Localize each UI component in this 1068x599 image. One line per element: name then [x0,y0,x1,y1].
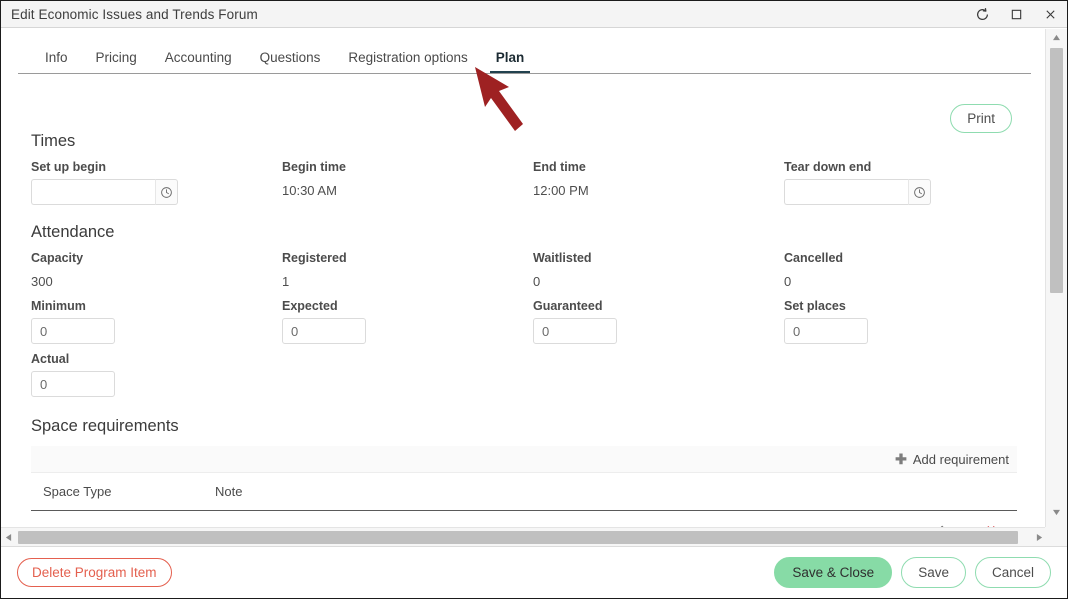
save-button[interactable]: Save [901,557,966,588]
registered-value: 1 [282,274,290,289]
expected-input[interactable] [282,318,366,344]
tab-accounting[interactable]: Accounting [151,50,246,74]
tab-plan[interactable]: Plan [482,50,539,74]
maximize-icon[interactable] [999,1,1033,28]
capacity-label: Capacity [31,251,84,265]
waitlisted-label: Waitlisted [533,251,592,265]
table-header-row: Space Type Note [31,473,1017,511]
edit-program-item-window: Edit Economic Issues and Trends Forum In… [0,0,1068,599]
cancelled-label: Cancelled [784,251,844,265]
guaranteed-input[interactable] [533,318,617,344]
column-header-space-type: Space Type [31,473,203,511]
cancel-button[interactable]: Cancel [974,557,1051,588]
capacity-value: 300 [31,274,53,289]
field-expected: Expected [282,298,533,344]
horizontal-scroll-thumb[interactable] [18,531,1018,544]
minimum-input[interactable] [31,318,115,344]
tab-info[interactable]: Info [31,50,82,74]
space-requirements-heading: Space requirements [31,417,179,435]
field-actual: Actual [31,351,282,397]
cancelled-value: 0 [784,274,792,289]
field-guaranteed: Guaranteed [533,298,784,344]
field-set-places: Set places [784,298,1035,344]
vertical-scroll-thumb[interactable] [1050,48,1063,293]
footer-action-buttons: Save & Close Save Cancel [774,557,1051,588]
window-titlebar: Edit Economic Issues and Trends Forum [1,1,1067,28]
guaranteed-label: Guaranteed [533,299,603,313]
print-button-container: Print [950,104,1012,133]
begin-time-value: 10:30 AM [282,183,337,198]
setup-begin-input[interactable] [31,179,155,205]
form-scroll-viewport: Print Times Set up begin Begin time 10:3… [1,74,1047,536]
scroll-left-arrow-icon[interactable] [1,528,16,546]
waitlisted-value: 0 [533,274,541,289]
clock-icon[interactable] [908,179,931,205]
horizontal-scrollbar[interactable] [1,527,1047,546]
tear-down-end-label: Tear down end [784,160,872,174]
end-time-value: 12:00 PM [533,183,589,198]
window-controls [965,1,1067,27]
begin-time-label: Begin time [282,160,346,174]
dialog-footer: Delete Program Item Save & Close Save Ca… [1,546,1067,598]
field-setup-begin: Set up begin [31,159,282,205]
field-end-time: End time 12:00 PM [533,159,784,205]
tab-registration-options[interactable]: Registration options [334,50,481,74]
space-requirements-toolbar: ✚ Add requirement [31,446,1017,473]
attendance-heading: Attendance [31,223,115,241]
field-cancelled: Cancelled 0 [784,250,1035,291]
scroll-up-arrow-icon[interactable] [1046,29,1067,45]
tab-bar: Info Pricing Accounting Questions Regist… [1,29,1047,74]
tear-down-end-input[interactable] [784,179,908,205]
delete-program-item-button[interactable]: Delete Program Item [17,558,172,587]
window-title: Edit Economic Issues and Trends Forum [11,6,258,22]
add-requirement-label: Add requirement [912,451,1009,467]
registered-label: Registered [282,251,347,265]
minimum-label: Minimum [31,299,86,313]
field-registered: Registered 1 [282,250,533,291]
refresh-icon[interactable] [965,1,999,28]
tab-pricing[interactable]: Pricing [82,50,151,74]
plus-icon: ✚ [895,451,907,467]
end-time-label: End time [533,160,586,174]
vertical-scrollbar[interactable] [1045,29,1067,536]
plan-form: Print Times Set up begin Begin time 10:3… [1,74,1047,536]
field-tear-down-end: Tear down end [784,159,1035,205]
add-requirement-button[interactable]: ✚ Add requirement [895,452,1009,467]
setup-begin-control [31,179,282,205]
expected-label: Expected [282,299,338,313]
actual-label: Actual [31,352,70,366]
setup-begin-label: Set up begin [31,160,106,174]
times-heading: Times [31,132,76,150]
field-begin-time: Begin time 10:30 AM [282,159,533,205]
field-minimum: Minimum [31,298,282,344]
tear-down-end-control [784,179,1035,205]
print-button[interactable]: Print [950,104,1012,133]
set-places-label: Set places [784,299,846,313]
column-header-note: Note [203,473,913,511]
set-places-input[interactable] [784,318,868,344]
actual-input[interactable] [31,371,115,397]
field-waitlisted: Waitlisted 0 [533,250,784,291]
field-capacity: Capacity 300 [31,250,282,291]
close-icon[interactable] [1033,1,1067,28]
tab-questions[interactable]: Questions [246,50,335,74]
scrollbar-corner [1045,527,1067,546]
scroll-down-arrow-icon[interactable] [1046,504,1067,520]
save-and-close-button[interactable]: Save & Close [774,557,893,588]
clock-icon[interactable] [155,179,178,205]
